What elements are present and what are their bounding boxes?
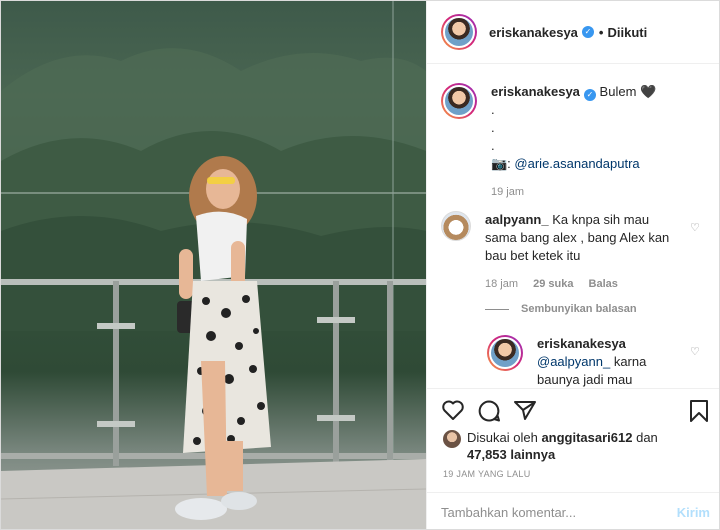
verified-badge-icon: ✓ xyxy=(581,26,594,38)
caption-meta: 19 jam xyxy=(491,183,656,201)
likes-summary: Disukai oleh anggitasari612 dan 47,853 l… xyxy=(443,429,658,463)
reply-mention[interactable]: @aalpyann_ xyxy=(537,354,610,369)
reply-item: eriskanakesya @aalpyann_ karna baunya ja… xyxy=(487,335,672,388)
photo-credit-prefix: 📷: xyxy=(491,156,515,171)
comments-list[interactable]: eriskanakesya ✓ Bulem 🖤 . . . 📷: @arie.as… xyxy=(427,65,719,388)
avatar-image xyxy=(443,85,475,117)
author-avatar[interactable] xyxy=(441,14,477,50)
save-bookmark-icon[interactable] xyxy=(689,399,709,423)
hide-replies-label: Sembunyikan balasan xyxy=(521,303,637,315)
post-side-panel: eriskanakesya ✓ • Diikuti eriskanakesya ✓… xyxy=(426,1,719,529)
post-timestamp[interactable]: 19 JAM YANG LALU xyxy=(443,469,531,479)
comment-item: aalpyann_ Ka knpa sih mau sama bang alex… xyxy=(441,211,681,293)
likes-text: Disukai oleh anggitasari612 dan 47,853 l… xyxy=(467,429,658,463)
comment-input[interactable] xyxy=(441,505,661,520)
action-icons-bar xyxy=(441,397,708,425)
caption-text: Bulem 🖤 xyxy=(599,84,657,99)
comment-time[interactable]: 18 jam xyxy=(485,278,518,290)
reply-username[interactable]: eriskanakesya xyxy=(537,336,626,351)
likes-prefix: Disukai oleh xyxy=(467,430,542,445)
instagram-post-modal: eriskanakesya ✓ • Diikuti eriskanakesya ✓… xyxy=(0,0,720,530)
likes-count-link[interactable]: 47,853 lainnya xyxy=(467,447,555,462)
reply-button[interactable]: Balas xyxy=(589,278,618,290)
photo-credit-link[interactable]: @arie.asanandaputra xyxy=(514,156,639,171)
comment-likes[interactable]: 29 suka xyxy=(533,278,573,290)
post-photo[interactable] xyxy=(1,1,426,529)
caption-text-block: eriskanakesya ✓ Bulem 🖤 . . . 📷: @arie.as… xyxy=(491,83,656,201)
divider-line xyxy=(485,308,509,310)
commenter-avatar[interactable] xyxy=(441,211,471,241)
reply-text-block: eriskanakesya @aalpyann_ karna baunya ja… xyxy=(537,335,647,388)
reply-like-heart-icon[interactable]: ♡ xyxy=(690,345,702,358)
caption-time[interactable]: 19 jam xyxy=(491,186,524,198)
caption-line: . xyxy=(491,138,495,153)
liker-avatar[interactable] xyxy=(443,430,461,448)
avatar-image xyxy=(443,16,475,48)
hide-replies-toggle[interactable]: Sembunyikan balasan xyxy=(485,303,637,315)
avatar-image xyxy=(489,337,521,369)
comment-meta: 18 jam 29 suka Balas xyxy=(485,275,681,293)
comment-bubble-icon[interactable] xyxy=(477,399,501,423)
caption-avatar[interactable] xyxy=(441,83,477,119)
separator-dot: • xyxy=(598,24,604,40)
author-username[interactable]: eriskanakesya xyxy=(489,25,578,40)
like-heart-icon[interactable] xyxy=(441,399,465,421)
follow-status-button[interactable]: Diikuti xyxy=(607,25,647,40)
caption-line: . xyxy=(491,102,495,117)
photo-illustration xyxy=(1,1,426,529)
comment-username[interactable]: aalpyann_ xyxy=(485,212,549,227)
comment-text-block: aalpyann_ Ka knpa sih mau sama bang alex… xyxy=(485,211,681,293)
comment-like-heart-icon[interactable]: ♡ xyxy=(690,221,702,234)
send-comment-button[interactable]: Kirim xyxy=(677,505,710,520)
caption-item: eriskanakesya ✓ Bulem 🖤 . . . 📷: @arie.as… xyxy=(441,83,656,201)
post-actions: Disukai oleh anggitasari612 dan 47,853 l… xyxy=(427,388,719,529)
share-send-icon[interactable] xyxy=(513,399,537,421)
likes-middle: dan xyxy=(632,430,658,445)
caption-line: . xyxy=(491,120,495,135)
verified-badge-icon: ✓ xyxy=(583,89,596,101)
liker-username[interactable]: anggitasari612 xyxy=(541,430,632,445)
post-header: eriskanakesya ✓ • Diikuti xyxy=(427,1,719,64)
add-comment-bar: Kirim xyxy=(427,492,719,529)
reply-avatar[interactable] xyxy=(487,335,523,371)
caption-username[interactable]: eriskanakesya xyxy=(491,84,580,99)
